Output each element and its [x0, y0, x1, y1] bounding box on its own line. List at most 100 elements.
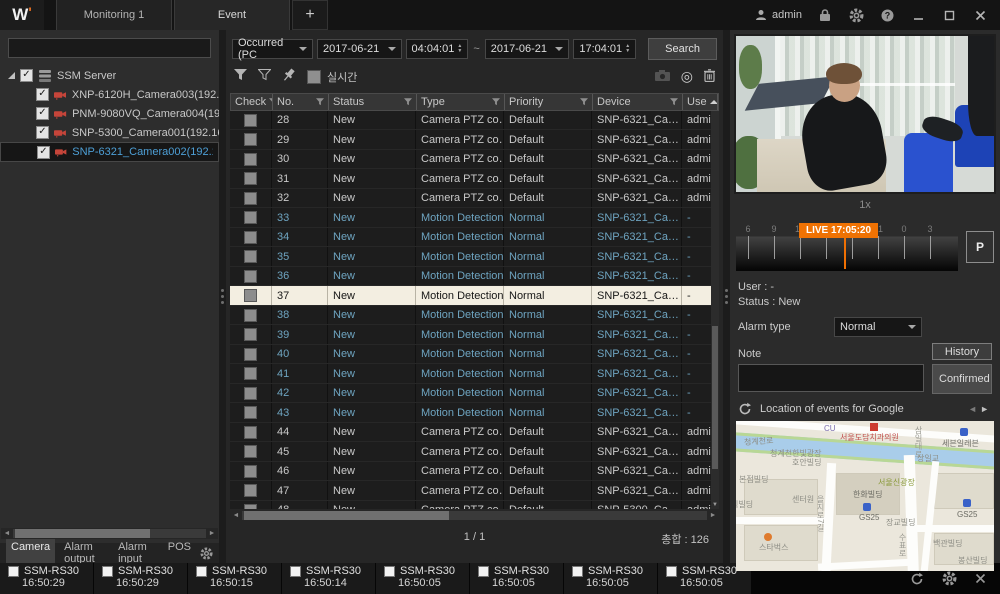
row-checkbox[interactable] — [244, 250, 257, 263]
time-to-input[interactable]: 17:04:01▲▼ — [573, 39, 636, 59]
event-table-row[interactable]: 47 New Camera PTZ co… Default SNP-6321_C… — [230, 481, 719, 501]
spinner-arrows-icon[interactable]: ▲▼ — [457, 44, 462, 54]
tree-checkbox[interactable] — [20, 69, 33, 82]
tree-item-camera[interactable]: PNM-9080VQ_Camera004(192. — [0, 104, 219, 123]
event-table-row[interactable]: 45 New Camera PTZ co… Default SNP-6321_C… — [230, 442, 719, 462]
event-table-row[interactable]: 48 New Camera PTZ co… Default SNP-5300_C… — [230, 501, 719, 509]
column-filter-icon[interactable] — [580, 98, 588, 106]
row-checkbox[interactable] — [244, 309, 257, 322]
playback-timeline[interactable]: LIVE 17:05:20 691215182103 — [736, 223, 958, 271]
column-header-device[interactable]: Device — [593, 94, 683, 110]
refresh-icon[interactable] — [910, 572, 924, 586]
row-checkbox[interactable] — [244, 504, 257, 510]
row-checkbox[interactable] — [244, 445, 257, 458]
row-checkbox[interactable] — [244, 114, 257, 127]
event-table-row[interactable]: 33 New Motion Detection Normal SNP-6321_… — [230, 208, 719, 228]
tree-item-camera[interactable]: XNP-6120H_Camera003(192.16 — [0, 85, 219, 104]
event-table-row[interactable]: 37 New Motion Detection Normal SNP-6321_… — [230, 286, 719, 306]
column-filter-icon[interactable] — [492, 98, 500, 106]
tree-checkbox[interactable] — [36, 88, 49, 101]
row-checkbox[interactable] — [244, 426, 257, 439]
event-table-row[interactable]: 28 New Camera PTZ co… Default SNP-6321_C… — [230, 111, 719, 131]
event-table-row[interactable]: 30 New Camera PTZ co… Default SNP-6321_C… — [230, 150, 719, 170]
event-table-row[interactable]: 34 New Motion Detection Normal SNP-6321_… — [230, 228, 719, 248]
panel-splitter[interactable] — [723, 30, 730, 563]
row-checkbox[interactable] — [244, 387, 257, 400]
row-checkbox[interactable] — [244, 348, 257, 361]
playback-mode-button[interactable]: P — [966, 231, 994, 263]
column-filter-icon[interactable] — [404, 98, 412, 106]
row-checkbox[interactable] — [244, 133, 257, 146]
date-from-select[interactable]: 2017-06-21 — [317, 39, 402, 59]
event-table-row[interactable]: 29 New Camera PTZ co… Default SNP-6321_C… — [230, 130, 719, 150]
filter-icon[interactable] — [234, 69, 247, 84]
table-vscrollbar[interactable]: ▼ — [711, 111, 719, 509]
event-table-row[interactable]: 38 New Motion Detection Normal SNP-6321_… — [230, 306, 719, 326]
event-table-row[interactable]: 41 New Motion Detection Normal SNP-6321_… — [230, 364, 719, 384]
event-status-tile[interactable]: SSM-RS30 16:50:14 — [282, 563, 375, 594]
event-status-tile[interactable]: SSM-RS30 16:50:15 — [188, 563, 281, 594]
row-checkbox[interactable] — [244, 231, 257, 244]
row-checkbox[interactable] — [244, 172, 257, 185]
event-table-row[interactable]: 44 New Camera PTZ co… Default SNP-6321_C… — [230, 423, 719, 443]
minimize-button[interactable] — [910, 7, 926, 23]
scroll-left-icon[interactable]: ◄ — [1, 530, 13, 537]
tree-item-camera[interactable]: SNP-6321_Camera002(192.168. — [0, 142, 219, 162]
column-header-type[interactable]: Type — [417, 94, 505, 110]
search-button[interactable]: Search — [648, 38, 717, 60]
tree-search-input[interactable] — [8, 38, 211, 58]
tree-item-camera[interactable]: SNP-5300_Camera001(192.168. — [0, 123, 219, 142]
row-checkbox[interactable] — [244, 465, 257, 478]
live-video-tile[interactable] — [734, 34, 996, 194]
help-icon[interactable]: ? — [879, 7, 895, 23]
alarm-type-select[interactable]: Normal — [834, 317, 922, 337]
vscroll-down-icon[interactable]: ▼ — [711, 502, 719, 508]
expand-arrow-icon[interactable] — [8, 72, 15, 79]
event-status-tile[interactable]: SSM-RS30 16:50:05 — [470, 563, 563, 594]
column-header-status[interactable]: Status — [329, 94, 417, 110]
timeline-playhead[interactable] — [844, 236, 846, 269]
column-header-check[interactable]: Check — [231, 94, 273, 110]
table-hscrollbar[interactable]: ◄ ► — [230, 510, 719, 521]
row-checkbox[interactable] — [244, 328, 257, 341]
google-map[interactable]: 청계천로청계천한빛광장호안빌딩CU서울도담치과의원상일교삼일대로세븐일레븐본점빌… — [736, 421, 994, 571]
event-table-row[interactable]: 36 New Motion Detection Normal SNP-6321_… — [230, 267, 719, 287]
date-to-select[interactable]: 2017-06-21 — [485, 39, 570, 59]
settings-gear-icon[interactable] — [942, 571, 957, 586]
occurred-filter-select[interactable]: Occurred (PC — [232, 39, 313, 59]
sort-asc-icon[interactable] — [710, 96, 718, 104]
column-header-no-[interactable]: No. — [273, 94, 329, 110]
tree-checkbox[interactable] — [36, 126, 49, 139]
row-checkbox[interactable] — [244, 270, 257, 283]
pin-icon[interactable] — [282, 68, 296, 85]
column-filter-icon[interactable] — [670, 98, 678, 106]
vscroll-thumb[interactable] — [712, 326, 718, 469]
snapshot-camera-icon[interactable] — [655, 70, 670, 84]
event-status-tile[interactable]: SSM-RS30 16:50:05 — [564, 563, 657, 594]
realtime-checkbox[interactable] — [307, 70, 321, 84]
row-checkbox[interactable] — [244, 406, 257, 419]
row-checkbox[interactable] — [244, 367, 257, 380]
record-icon[interactable]: ◎ — [681, 68, 693, 85]
scroll-left-icon[interactable]: ◄ — [230, 512, 242, 519]
event-status-tile[interactable]: SSM-RS30 16:50:29 — [0, 563, 93, 594]
row-checkbox[interactable] — [244, 211, 257, 224]
note-input[interactable] — [738, 364, 924, 392]
scroll-thumb[interactable] — [244, 511, 449, 520]
tree-checkbox[interactable] — [37, 146, 50, 159]
row-checkbox[interactable] — [244, 289, 257, 302]
event-table-row[interactable]: 42 New Motion Detection Normal SNP-6321_… — [230, 384, 719, 404]
settings-gear-icon[interactable] — [848, 7, 864, 23]
map-next-icon[interactable]: ► — [980, 404, 992, 414]
add-tab-button[interactable]: + — [292, 0, 328, 30]
refresh-icon[interactable] — [738, 402, 752, 416]
scroll-right-icon[interactable]: ► — [206, 530, 218, 537]
map-prev-icon[interactable]: ◄ — [968, 404, 980, 414]
scroll-thumb[interactable] — [15, 529, 150, 538]
column-header-use[interactable]: Use — [683, 94, 718, 110]
filter-outline-icon[interactable] — [258, 69, 271, 84]
column-header-priority[interactable]: Priority — [505, 94, 593, 110]
scroll-track[interactable] — [242, 511, 707, 520]
tree-item-server[interactable]: SSM Server — [0, 66, 219, 85]
tree-hscrollbar[interactable]: ◄ ► — [1, 528, 218, 539]
